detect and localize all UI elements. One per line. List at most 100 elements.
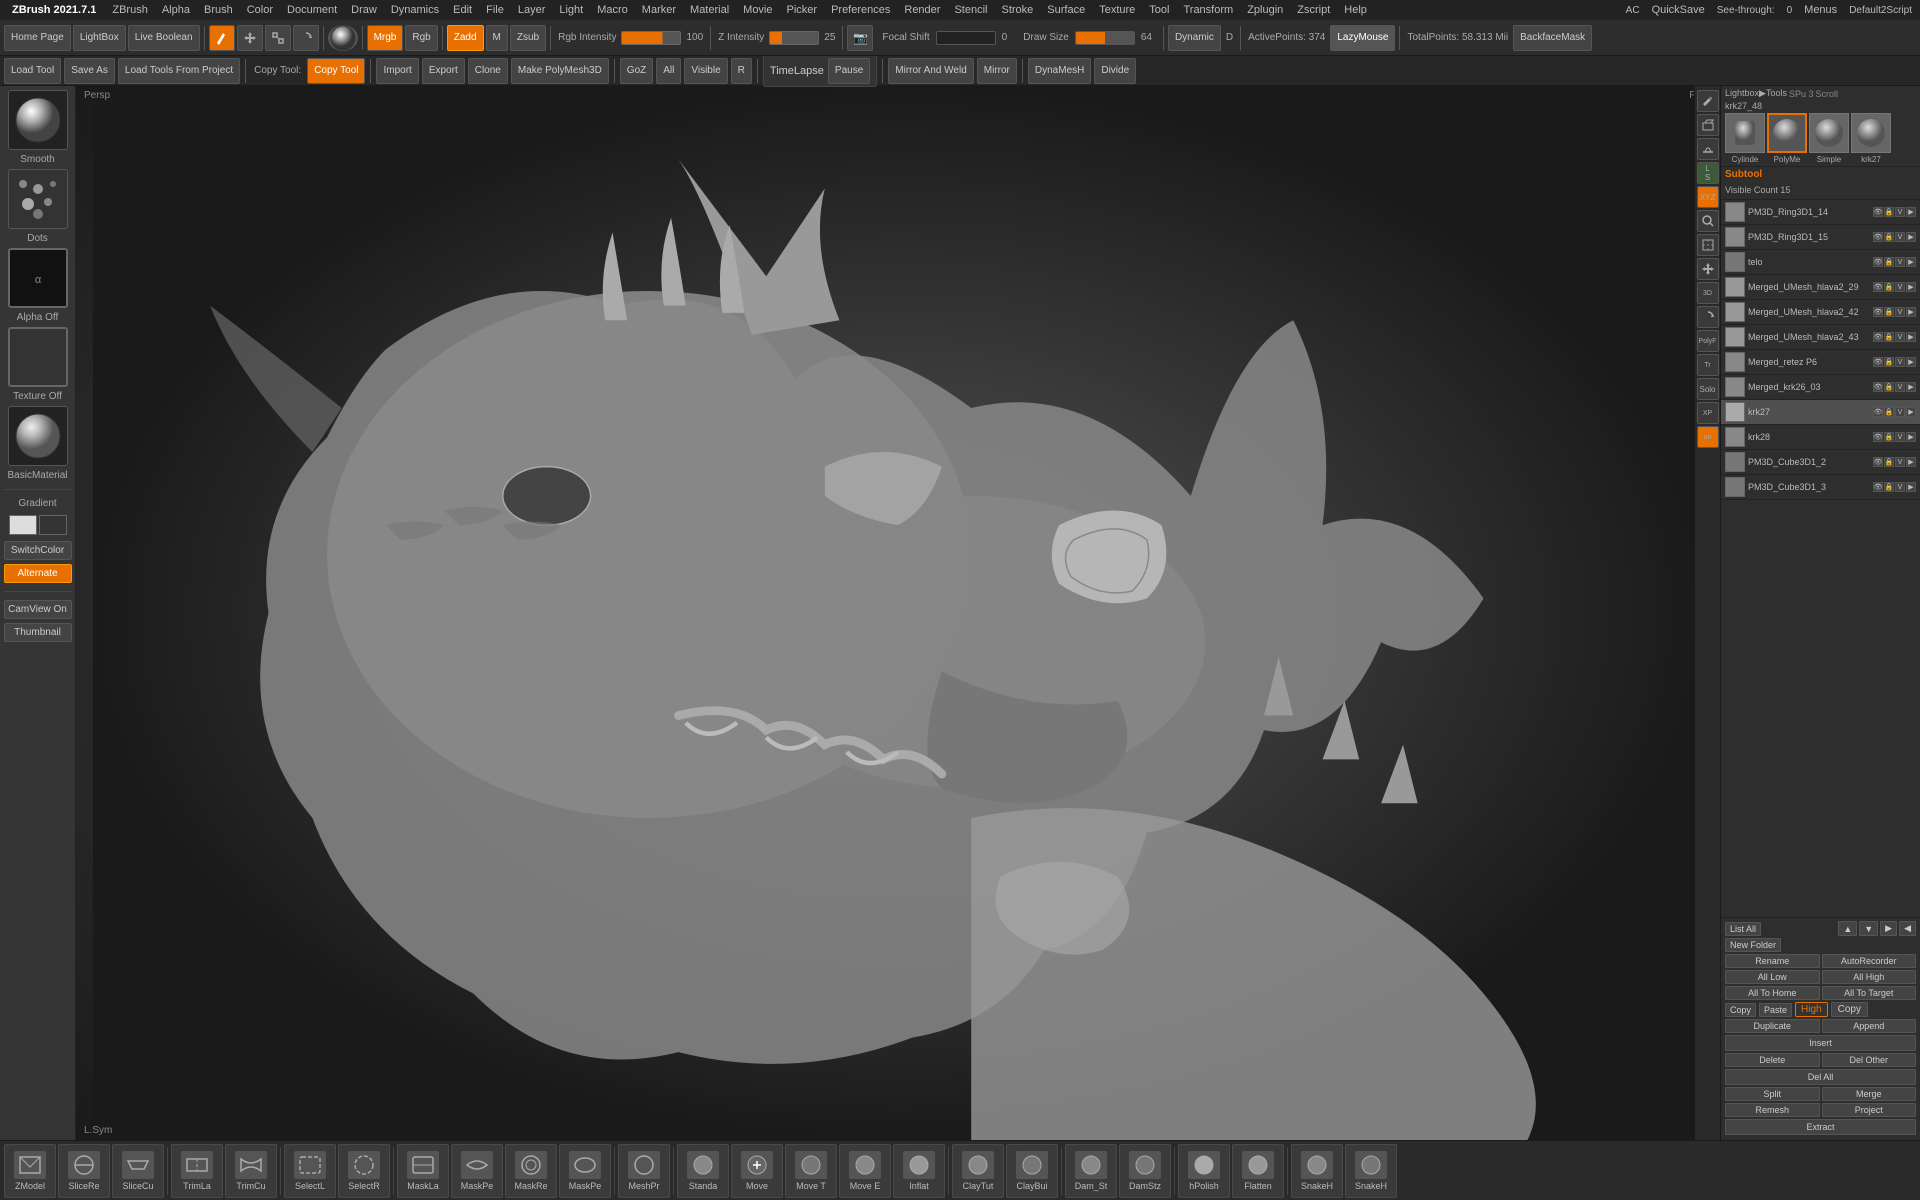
bb-trimcu[interactable]: TrimCu — [225, 1144, 277, 1198]
list-all-btn[interactable]: List All — [1725, 922, 1761, 936]
save-as-btn[interactable]: Save As — [64, 58, 115, 84]
st-vis-2[interactable]: V — [1895, 257, 1905, 267]
menu-dynamics[interactable]: Dynamics — [385, 2, 445, 18]
st-more-6[interactable]: ▶ — [1906, 357, 1916, 367]
move-icon-btn[interactable] — [1697, 258, 1719, 280]
menu-transform[interactable]: Transform — [1177, 2, 1239, 18]
lazy-mouse-btn[interactable]: LazyMouse — [1330, 25, 1395, 51]
menu-material[interactable]: Material — [684, 2, 735, 18]
menu-light[interactable]: Light — [553, 2, 589, 18]
menu-zplugin[interactable]: Zplugin — [1241, 2, 1289, 18]
live-boolean-btn[interactable]: Live Boolean — [128, 25, 200, 51]
st-eye-8[interactable]: 👁 — [1873, 407, 1883, 417]
bb-maskpe[interactable]: MaskPe — [451, 1144, 503, 1198]
del-all-btn[interactable]: Del All — [1725, 1069, 1916, 1085]
delete-btn[interactable]: Delete — [1725, 1053, 1820, 1067]
new-folder-btn[interactable]: New Folder — [1725, 938, 1781, 952]
menu-color[interactable]: Color — [241, 2, 279, 18]
bb-trimla[interactable]: TrimLa — [171, 1144, 223, 1198]
st-lock-6[interactable]: 🔒 — [1884, 357, 1894, 367]
thumbnail-btn[interactable]: Thumbnail — [4, 623, 72, 642]
menu-surface[interactable]: Surface — [1041, 2, 1091, 18]
all-high-btn[interactable]: All High — [1822, 970, 1917, 984]
append-btn[interactable]: Append — [1822, 1019, 1917, 1033]
menu-marker[interactable]: Marker — [636, 2, 682, 18]
clone-btn[interactable]: Clone — [468, 58, 508, 84]
st-more-11[interactable]: ▶ — [1906, 482, 1916, 492]
xpose-icon-btn[interactable]: XP — [1697, 402, 1719, 424]
st-vis-6[interactable]: V — [1895, 357, 1905, 367]
menu-macro[interactable]: Macro — [591, 2, 634, 18]
bb-maskla[interactable]: MaskLa — [397, 1144, 449, 1198]
mrgb-btn[interactable]: Mrgb — [367, 25, 404, 51]
scale-mode-btn[interactable] — [265, 25, 291, 51]
cam-view-on-btn[interactable]: CamView On — [4, 600, 72, 619]
st-more-1[interactable]: ▶ — [1906, 232, 1916, 242]
m-btn[interactable]: M — [486, 25, 508, 51]
bb-snakeh1[interactable]: SnakeH — [1291, 1144, 1343, 1198]
menu-picker[interactable]: Picker — [781, 2, 824, 18]
gradient-swatch-left[interactable] — [9, 515, 37, 535]
bb-snakeh2[interactable]: SnakeH — [1345, 1144, 1397, 1198]
st-eye-0[interactable]: 👁 — [1873, 207, 1883, 217]
alpha-preview[interactable]: α — [8, 248, 68, 308]
st-lock-3[interactable]: 🔒 — [1884, 282, 1894, 292]
paste-btn[interactable]: Paste — [1759, 1003, 1792, 1017]
menu-brush[interactable]: Brush — [198, 2, 239, 18]
bb-hpolish[interactable]: hPolish — [1178, 1144, 1230, 1198]
all-btn[interactable]: All — [656, 58, 681, 84]
st-vis-5[interactable]: V — [1895, 332, 1905, 342]
import-btn[interactable]: Import — [376, 58, 418, 84]
gradient-swatch-right[interactable] — [39, 515, 67, 535]
edit-icon-btn[interactable] — [1697, 90, 1719, 112]
lsym-icon-btn[interactable]: LS — [1697, 162, 1719, 184]
perp-icon-btn[interactable] — [1697, 114, 1719, 136]
menus-btn[interactable]: Menus — [1800, 4, 1841, 16]
st-lock-10[interactable]: 🔒 — [1884, 457, 1894, 467]
del-other-btn[interactable]: Del Other — [1822, 1053, 1917, 1067]
st-lock-1[interactable]: 🔒 — [1884, 232, 1894, 242]
rename-btn[interactable]: Rename — [1725, 954, 1820, 968]
st-vis-3[interactable]: V — [1895, 282, 1905, 292]
menu-texture[interactable]: Texture — [1093, 2, 1141, 18]
zadd-btn[interactable]: Zadd — [447, 25, 484, 51]
menu-edit[interactable]: Edit — [447, 2, 478, 18]
bb-maskre[interactable]: MaskRe — [505, 1144, 557, 1198]
st-eye-10[interactable]: 👁 — [1873, 457, 1883, 467]
arrow-right-btn[interactable]: ▶ — [1880, 921, 1897, 936]
bb-selectl[interactable]: SelectL — [284, 1144, 336, 1198]
z-intensity-slider[interactable]: Z Intensity 25 — [715, 31, 838, 45]
st-more-10[interactable]: ▶ — [1906, 457, 1916, 467]
st-more-4[interactable]: ▶ — [1906, 307, 1916, 317]
subtool-item-1[interactable]: PM3D_Ring3D1_15 👁 🔒 V ▶ — [1721, 225, 1920, 250]
st-more-3[interactable]: ▶ — [1906, 282, 1916, 292]
rgb-intensity-track[interactable] — [621, 31, 681, 45]
dynamic-btn[interactable]: Dynamic — [1168, 25, 1221, 51]
subtool-item-6[interactable]: Merged_retez P6 👁 🔒 V ▶ — [1721, 350, 1920, 375]
rotate-icon-btn[interactable] — [1697, 306, 1719, 328]
st-vis-8[interactable]: V — [1895, 407, 1905, 417]
menu-file[interactable]: File — [480, 2, 510, 18]
lightbox-btn[interactable]: LightBox — [73, 25, 126, 51]
st-eye-3[interactable]: 👁 — [1873, 282, 1883, 292]
menu-zbrush[interactable]: ZBrush — [106, 2, 153, 18]
transp-icon-btn[interactable]: Tr — [1697, 354, 1719, 376]
menu-alpha[interactable]: Alpha — [156, 2, 196, 18]
material-preview[interactable] — [8, 406, 68, 466]
all-to-home-btn[interactable]: All To Home — [1725, 986, 1820, 1000]
bb-damstz[interactable]: DamStz — [1119, 1144, 1171, 1198]
export-btn[interactable]: Export — [422, 58, 465, 84]
bb-move-e[interactable]: Move E — [839, 1144, 891, 1198]
bb-slicer[interactable]: SliceRe — [58, 1144, 110, 1198]
st-vis-4[interactable]: V — [1895, 307, 1905, 317]
bb-slicecu[interactable]: SliceCu — [112, 1144, 164, 1198]
bb-selectr[interactable]: SelectR — [338, 1144, 390, 1198]
bb-move-t[interactable]: Move T — [785, 1144, 837, 1198]
st-more-0[interactable]: ▶ — [1906, 207, 1916, 217]
st-more-2[interactable]: ▶ — [1906, 257, 1916, 267]
st-more-7[interactable]: ▶ — [1906, 382, 1916, 392]
st-lock-4[interactable]: 🔒 — [1884, 307, 1894, 317]
menu-stencil[interactable]: Stencil — [948, 2, 993, 18]
zoom3d-icon-btn[interactable]: 3D — [1697, 282, 1719, 304]
bb-dam-st[interactable]: Dam_St — [1065, 1144, 1117, 1198]
